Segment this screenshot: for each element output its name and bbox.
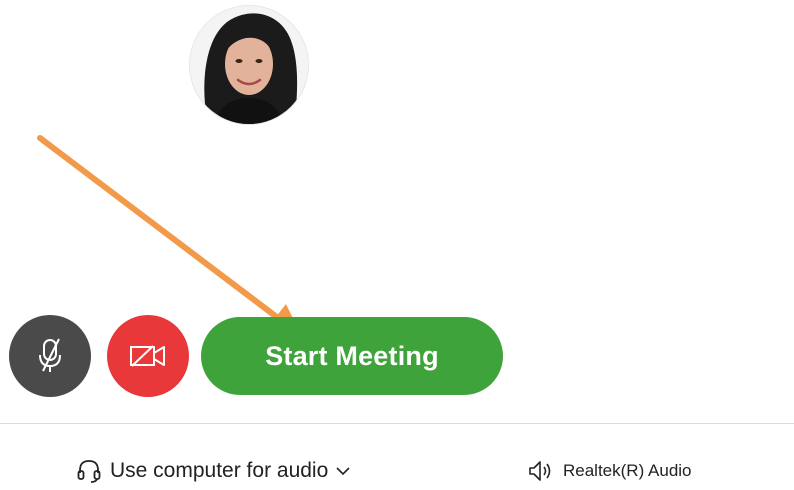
- chevron-down-icon: [336, 466, 350, 476]
- speaker-icon: [527, 459, 555, 483]
- speaker-selector[interactable]: Realtek(R) Audio: [527, 456, 692, 486]
- headset-icon: [76, 458, 102, 484]
- participant-avatar: [190, 6, 308, 124]
- divider: [0, 423, 794, 424]
- video-off-icon: [129, 342, 167, 370]
- start-meeting-button[interactable]: Start Meeting: [201, 317, 503, 395]
- mic-muted-icon: [35, 337, 65, 375]
- audio-connection-dropdown[interactable]: Use computer for audio: [76, 456, 350, 486]
- audio-connection-label: Use computer for audio: [110, 459, 329, 482]
- speaker-label: Realtek(R) Audio: [563, 461, 692, 480]
- meeting-preview-panel: Start Meeting Use computer for audio Rea…: [0, 0, 794, 490]
- annotation-arrow: [37, 135, 302, 337]
- video-button[interactable]: [107, 315, 189, 397]
- avatar-image: [190, 6, 308, 124]
- mute-button[interactable]: [9, 315, 91, 397]
